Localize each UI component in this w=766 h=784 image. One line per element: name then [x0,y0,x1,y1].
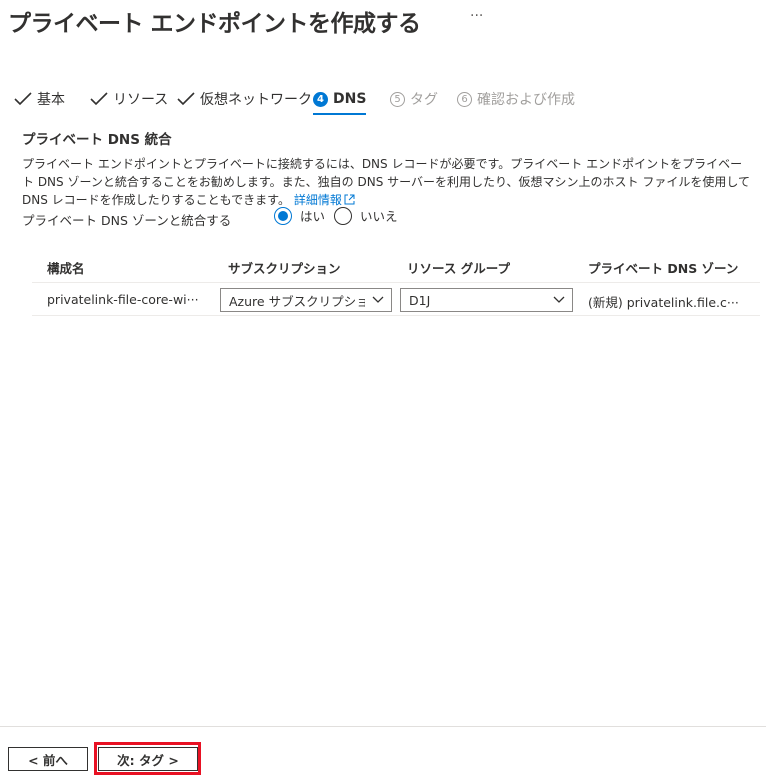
learn-more-link[interactable]: 詳細情報 [294,193,355,207]
step-number-badge: 6 [457,91,472,107]
radio-unselected-icon [334,206,352,225]
config-name-cell: privatelink-file-core-wi··· [47,292,199,307]
column-header-subscription: サブスクリプション [228,261,341,276]
checkmark-icon [177,92,195,106]
step-number-badge: 4 [313,91,328,107]
next-tags-button[interactable]: 次: タグ > [98,747,198,771]
table-row: privatelink-file-core-wi··· Azure サブスクリプ… [32,283,760,316]
learn-more-label: 詳細情報 [293,193,342,207]
radio-no-label: いいえ [360,209,398,224]
tab-review-create[interactable]: 6 確認および作成 [457,88,575,110]
active-tab-indicator [313,113,366,115]
tab-label: リソース [113,92,169,108]
dns-table-header: 構成名 サブスクリプション リソース グループ プライベート DNS ゾーン [32,252,760,283]
tab-basics[interactable]: 基本 [14,88,65,110]
previous-button[interactable]: < 前へ [8,747,88,771]
integrate-dns-label: プライベート DNS ゾーンと統合する [22,213,232,228]
tab-label: 確認および作成 [477,92,575,108]
checkmark-icon [90,92,108,106]
radio-selected-icon [274,206,292,225]
subscription-value: Azure サブスクリプショ··· [229,293,365,309]
tab-resource[interactable]: リソース [90,88,168,110]
page-title: プライベート エンドポイントを作成する [8,11,421,37]
checkmark-icon [14,92,32,106]
column-header-config: 構成名 [47,261,85,276]
column-header-dns-zone: プライベート DNS ゾーン [588,261,739,276]
tab-label: タグ [410,92,438,108]
tab-label: 基本 [37,92,65,108]
tab-tags[interactable]: 5 タグ [390,88,438,110]
tab-label: DNS [333,91,367,107]
radio-no[interactable]: いいえ [334,206,398,225]
dns-zone-cell: (新規) privatelink.file.c··· [588,295,739,310]
radio-yes-label: はい [300,209,326,224]
tab-dns[interactable]: 4 DNS [313,88,366,110]
tab-label: 仮想ネットワーク [200,92,312,108]
description-text: プライベート エンドポイントとプライベートに接続するには、DNS レコードが必要… [22,157,750,207]
external-link-icon [344,194,355,205]
radio-yes[interactable]: はい [274,206,325,225]
more-options-button[interactable]: ··· [470,8,483,24]
footer-divider [0,726,766,727]
chevron-down-icon [546,296,572,304]
resource-group-value: D1J [409,292,431,308]
chevron-down-icon [365,296,391,304]
step-number-badge: 5 [390,91,405,107]
tab-virtual-network[interactable]: 仮想ネットワーク [177,88,312,110]
column-header-resource-group: リソース グループ [407,261,510,276]
section-description: プライベート エンドポイントとプライベートに接続するには、DNS レコードが必要… [22,155,754,209]
subscription-dropdown[interactable]: Azure サブスクリプショ··· [220,288,392,312]
section-title: プライベート DNS 統合 [22,132,172,148]
resource-group-dropdown[interactable]: D1J [400,288,573,312]
